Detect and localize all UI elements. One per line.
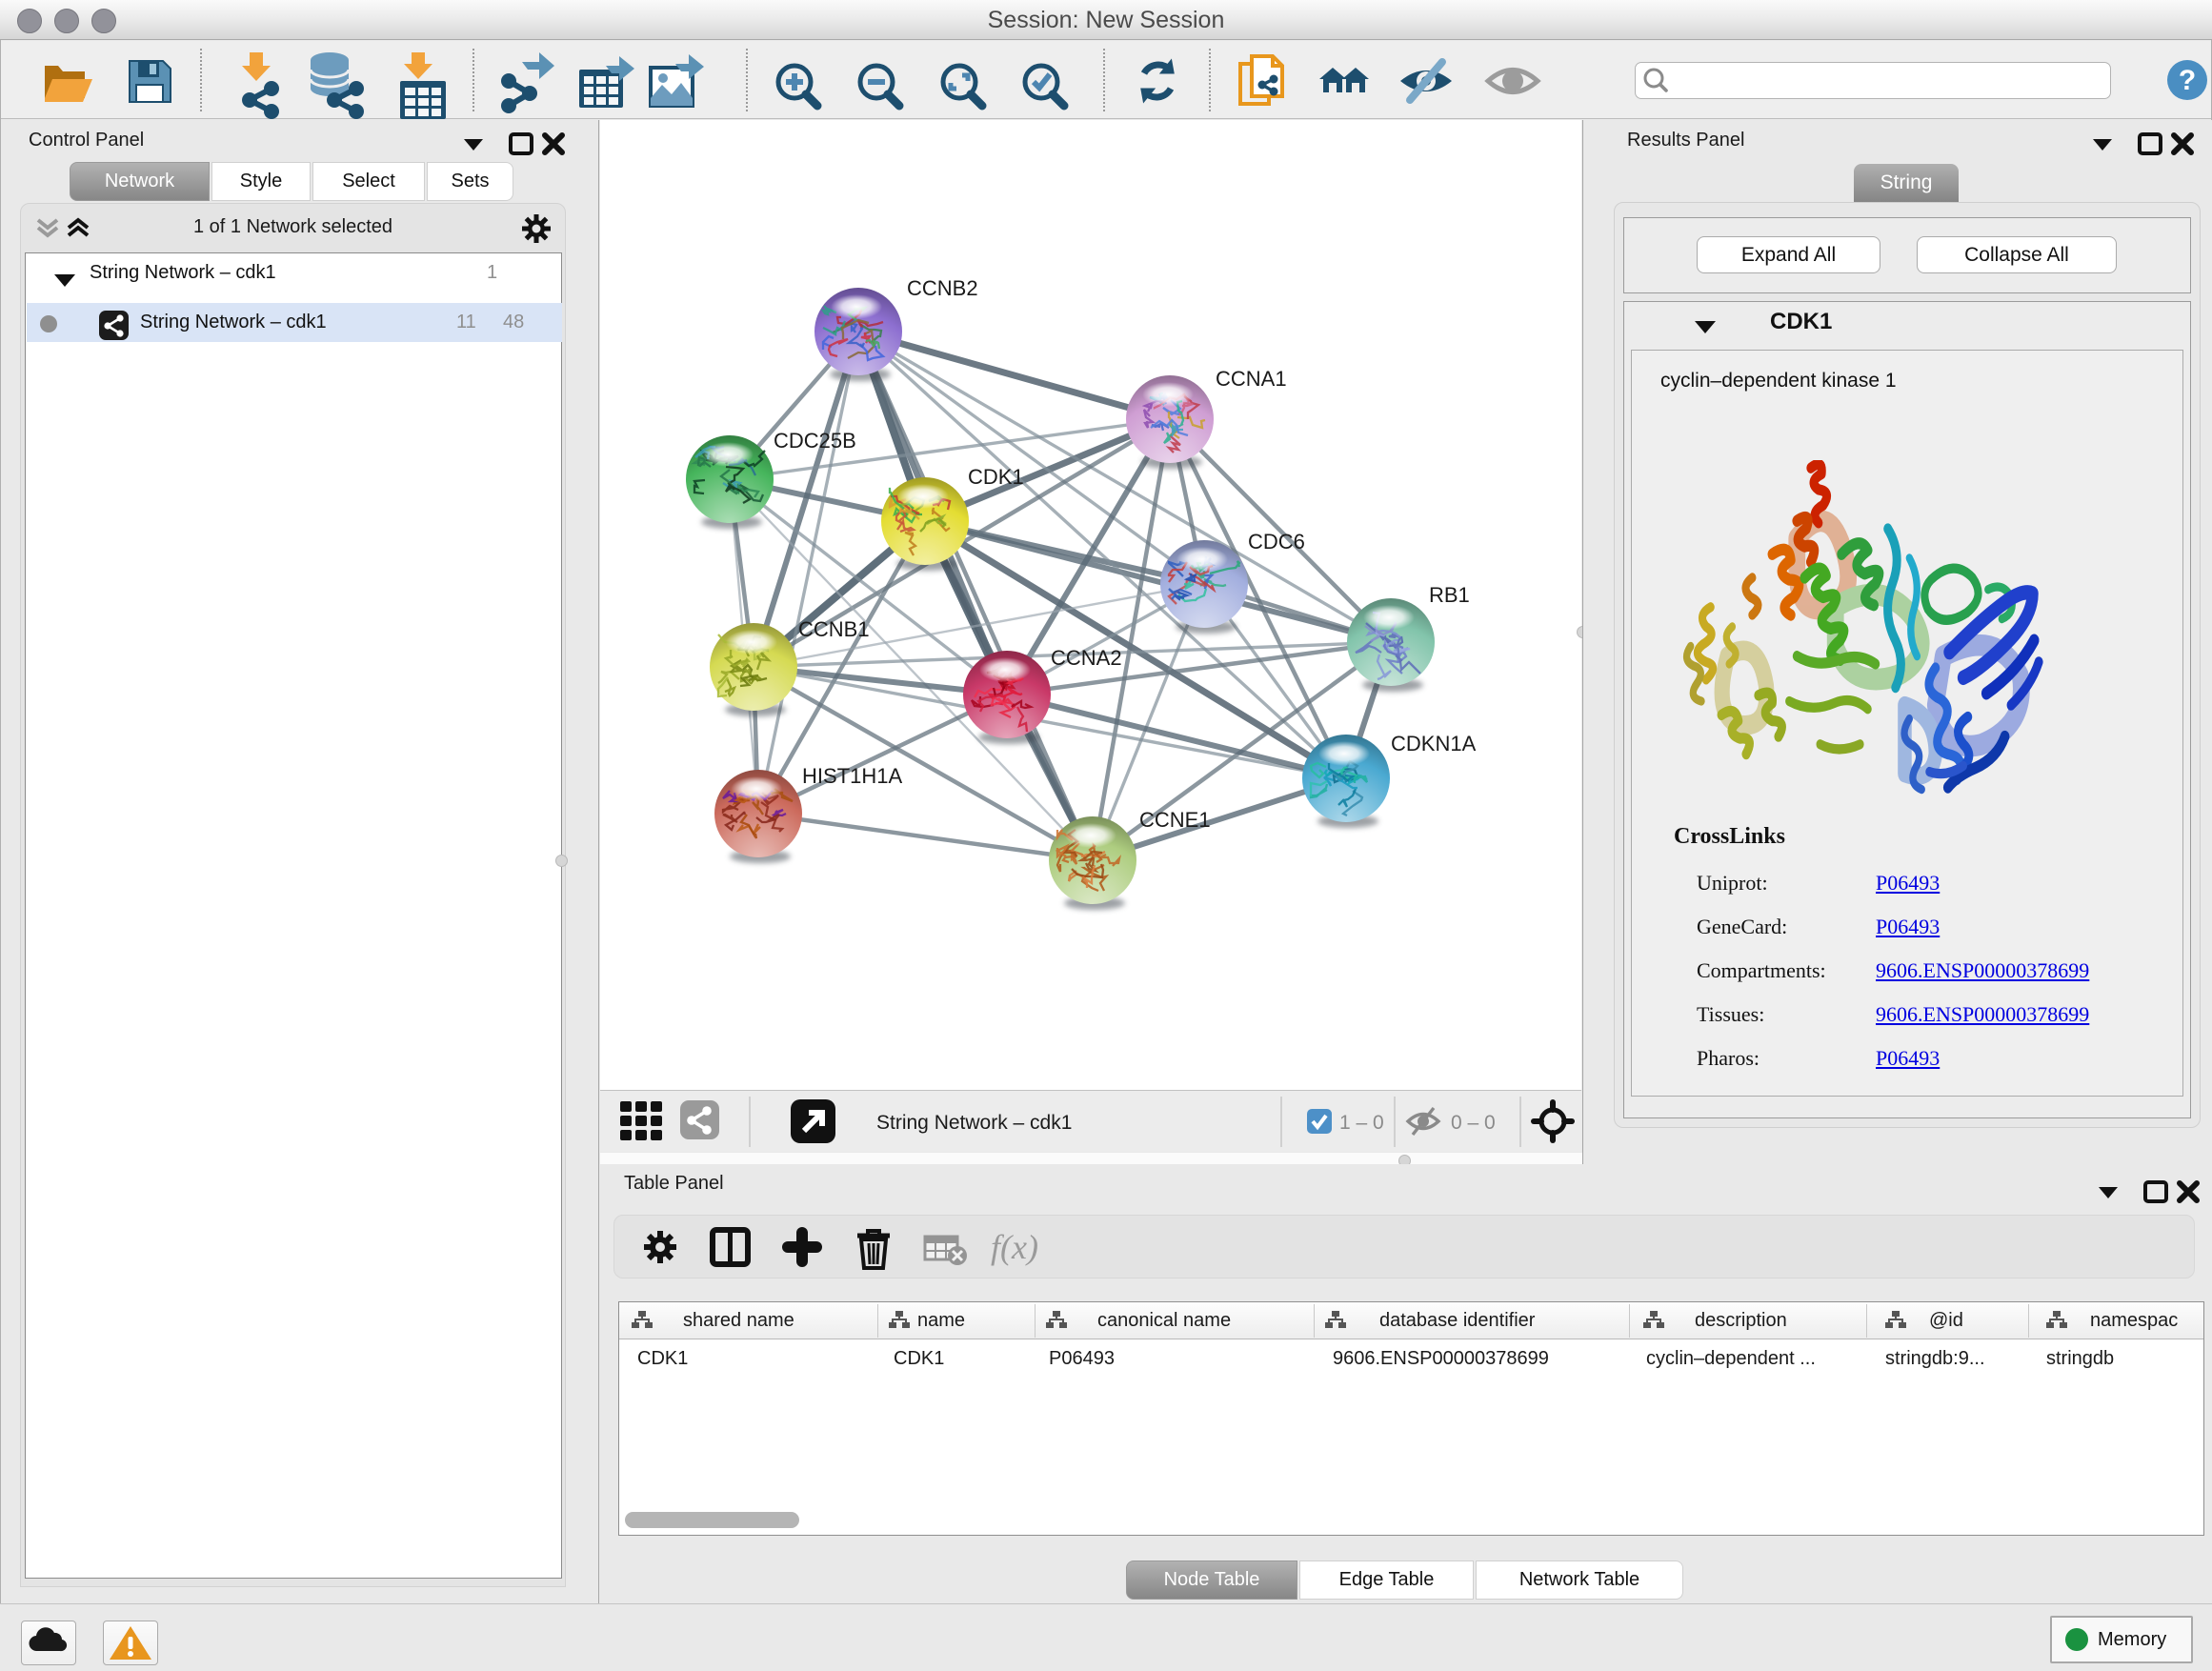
svg-text:CCNE1: CCNE1 [1139,808,1211,832]
svg-text:CCNB2: CCNB2 [907,276,978,300]
svg-text:f(x): f(x) [991,1228,1038,1266]
svg-text:CDK1: CDK1 [968,465,1024,489]
svg-text:RB1: RB1 [1429,583,1470,607]
svg-text:String Network – cdk1: String Network – cdk1 [876,1112,1072,1134]
svg-text:CCNB1: CCNB1 [798,617,870,641]
svg-text:HIST1H1A: HIST1H1A [802,764,902,788]
svg-text:1 – 0: 1 – 0 [1339,1112,1384,1134]
svg-text:CDKN1A: CDKN1A [1391,732,1477,755]
svg-text:CDC6: CDC6 [1248,530,1305,554]
svg-text:CCNA1: CCNA1 [1216,367,1287,391]
svg-text:CCNA2: CCNA2 [1051,646,1122,670]
svg-text:CDC25B: CDC25B [774,429,856,453]
svg-text:0 – 0: 0 – 0 [1451,1112,1496,1134]
svg-text:?: ? [2179,65,2196,96]
